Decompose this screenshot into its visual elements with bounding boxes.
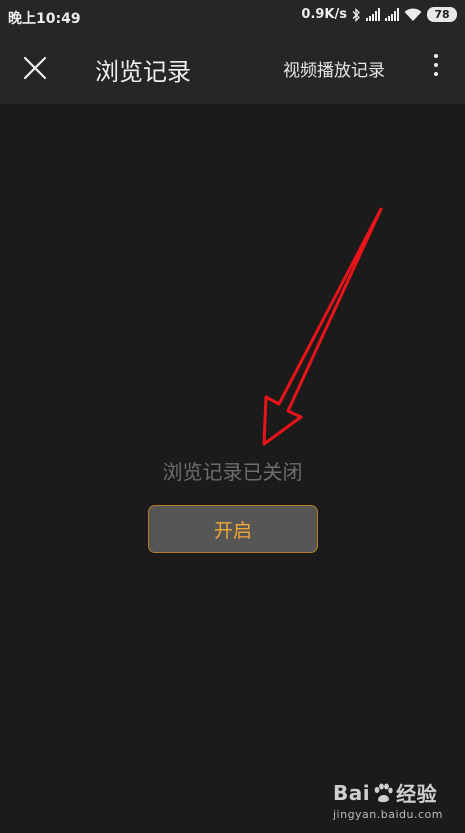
annotation-arrow: [262, 207, 383, 446]
watermark-brand-right: 经验: [396, 782, 438, 806]
page-title: 浏览记录: [95, 58, 191, 86]
baidu-watermark: Bai 经验 jingyan.baidu.com: [332, 778, 443, 822]
video-history-link[interactable]: 视频播放记录: [283, 56, 385, 81]
status-icons: 0.9K/s 78: [301, 7, 457, 22]
paw-icon: [374, 783, 393, 802]
empty-message: 浏览记录已关闭: [162, 460, 303, 484]
signal-icon: [366, 8, 380, 21]
status-time: 晚上10:49: [8, 11, 81, 27]
battery-icon: 78: [427, 7, 457, 22]
watermark-url: jingyan.baidu.com: [332, 808, 443, 821]
close-icon[interactable]: [22, 55, 48, 81]
watermark-brand-left: Bai: [332, 780, 371, 805]
more-vertical-icon[interactable]: [428, 54, 444, 84]
wifi-icon: [404, 7, 422, 21]
status-bar: 晚上10:49 0.9K/s 78: [0, 0, 465, 32]
signal-icon: [385, 8, 399, 21]
enable-button[interactable]: 开启: [148, 505, 318, 553]
net-speed: 0.9K/s: [301, 7, 347, 22]
app-bar: 浏览记录 视频播放记录: [0, 32, 465, 104]
bluetooth-icon: [352, 7, 360, 22]
